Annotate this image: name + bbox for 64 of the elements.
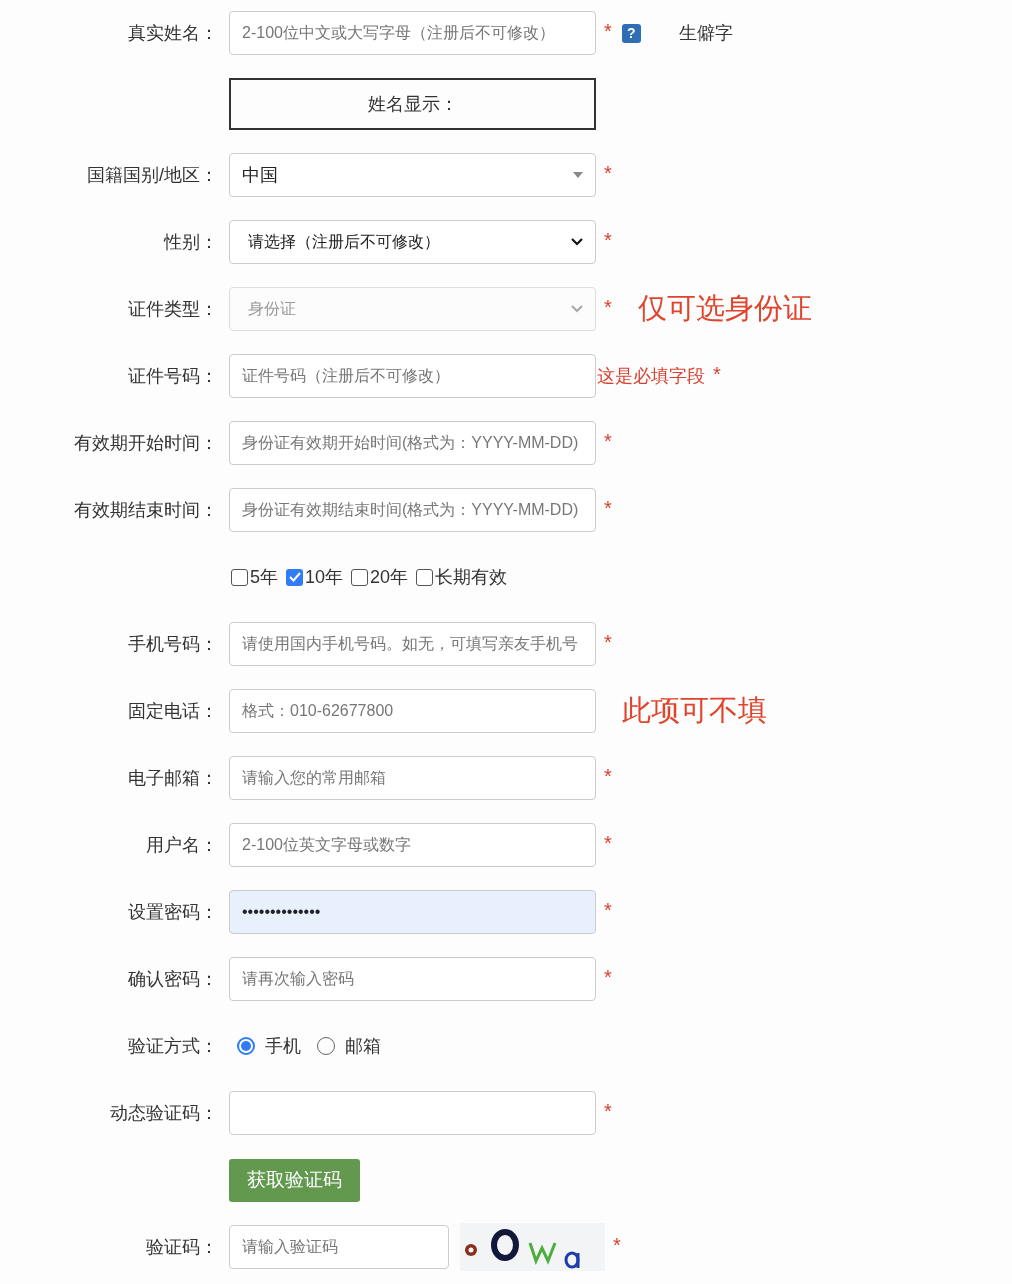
field-label: 证件号码： <box>128 364 218 388</box>
required-asterisk: * <box>604 833 612 853</box>
radio-button[interactable] <box>237 1037 255 1055</box>
field-label: 国籍国别/地区： <box>87 163 218 187</box>
radio-option[interactable]: 手机 <box>237 1032 301 1060</box>
required-asterisk: * <box>604 967 612 987</box>
required-asterisk: * <box>604 431 612 451</box>
input-field[interactable]: 请使用国内手机号码。如无，可填写亲友手机号 <box>229 622 596 666</box>
required-asterisk: * <box>604 230 612 250</box>
checkbox[interactable] <box>231 568 248 586</box>
input-field[interactable]: 证件号码（注册后不可修改） <box>229 354 596 398</box>
required-asterisk: * <box>604 1101 612 1121</box>
field-label: 有效期开始时间： <box>74 431 218 455</box>
required-asterisk: * <box>604 297 612 317</box>
checkbox[interactable] <box>351 568 369 586</box>
required-asterisk: * <box>604 498 612 518</box>
select-dropdown[interactable]: 请选择（注册后不可修改） <box>229 220 596 264</box>
dropdown-arrow-icon <box>573 172 583 178</box>
required-asterisk: * <box>604 900 612 920</box>
required-asterisk: * <box>604 766 612 786</box>
input-field[interactable] <box>229 1091 596 1135</box>
select-dropdown[interactable]: 中国 <box>229 153 596 197</box>
name-display-box: 姓名显示： <box>229 78 596 130</box>
checkbox-option[interactable]: 5年 <box>231 563 278 591</box>
required-asterisk: * <box>604 632 612 652</box>
field-label: 有效期结束时间： <box>74 498 218 522</box>
required-asterisk: * <box>604 21 612 41</box>
required-asterisk: * <box>713 364 721 384</box>
input-field[interactable]: 请输入您的常用邮箱 <box>229 756 596 800</box>
field-label: 电子邮箱： <box>128 766 218 790</box>
captcha-field[interactable]: 请输入验证码 <box>229 1225 449 1269</box>
chevron-down-icon <box>571 305 583 313</box>
aside-text: 生僻字 <box>678 21 733 45</box>
field-label: 证件类型： <box>128 297 218 321</box>
field-label: 验证码： <box>146 1235 218 1259</box>
input-field[interactable]: 请再次输入密码 <box>229 957 596 1001</box>
field-label: 验证方式： <box>128 1034 218 1058</box>
field-label: 确认密码： <box>128 967 218 991</box>
annotation-note: 此项可不填 <box>622 693 767 729</box>
checkbox[interactable] <box>416 568 434 586</box>
password-field[interactable]: •••••••••••••• <box>229 890 596 934</box>
input-field[interactable]: 身份证有效期开始时间(格式为：YYYY-MM-DD) <box>229 421 596 465</box>
error-message: 这是必填字段 <box>597 364 705 388</box>
input-field[interactable]: 2-100位英文字母或数字 <box>229 823 596 867</box>
checkbox[interactable] <box>286 568 303 586</box>
field-label: 性别： <box>164 230 218 254</box>
field-label: 真实姓名： <box>128 21 218 45</box>
help-icon[interactable]: ? <box>621 23 641 43</box>
required-asterisk: * <box>604 163 612 183</box>
checkbox-option[interactable]: 20年 <box>351 563 409 591</box>
checkbox-option[interactable]: 10年 <box>286 563 344 591</box>
field-label: 用户名： <box>146 833 218 857</box>
input-field[interactable]: 格式：010-62677800 <box>229 689 596 733</box>
checkbox-option[interactable]: 长期有效 <box>416 563 508 591</box>
field-label: 动态验证码： <box>110 1101 218 1125</box>
field-label: 固定电话： <box>128 699 218 723</box>
input-field[interactable]: 2-100位中文或大写字母（注册后不可修改） <box>229 11 596 55</box>
input-field[interactable]: 身份证有效期结束时间(格式为：YYYY-MM-DD) <box>229 488 596 532</box>
chevron-down-icon <box>571 238 583 246</box>
annotation-note: 仅可选身份证 <box>637 291 812 327</box>
required-asterisk: * <box>613 1235 621 1255</box>
field-label: 手机号码： <box>128 632 218 656</box>
field-label: 设置密码： <box>128 900 218 924</box>
radio-option[interactable]: 邮箱 <box>317 1032 381 1060</box>
